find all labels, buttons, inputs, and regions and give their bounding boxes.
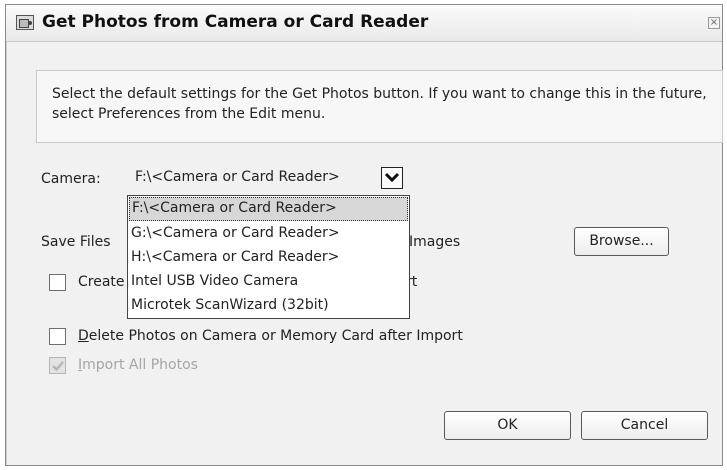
camera-icon xyxy=(16,15,34,30)
dropdown-option-selected[interactable]: F:\<Camera or Card Reader> xyxy=(129,197,408,221)
camera-select[interactable]: F:\<Camera or Card Reader> xyxy=(130,167,410,191)
import-all-label: Import All Photos xyxy=(78,357,198,373)
chevron-down-icon[interactable] xyxy=(381,167,403,189)
delete-photos-label: Delete Photos on Camera or Memory Card a… xyxy=(78,328,463,344)
checkmark-icon xyxy=(52,361,64,372)
cancel-button[interactable]: Cancel xyxy=(581,411,708,440)
info-box: Select the default settings for the Get … xyxy=(36,70,723,143)
dropdown-option[interactable]: H:\<Camera or Card Reader> xyxy=(128,246,409,270)
create-checkbox-label: Create xyxy=(78,274,125,290)
camera-dropdown-list: F:\<Camera or Card Reader> G:\<Camera or… xyxy=(127,195,410,319)
camera-select-value: F:\<Camera or Card Reader> xyxy=(135,169,340,185)
ok-button[interactable]: OK xyxy=(444,411,571,440)
get-photos-dialog: Get Photos from Camera or Card Reader × … xyxy=(5,4,723,466)
info-text: Select the default settings for the Get … xyxy=(52,86,707,122)
create-checkbox[interactable] xyxy=(49,274,66,291)
delete-photos-checkbox[interactable] xyxy=(49,328,66,345)
browse-button[interactable]: Browse... xyxy=(574,227,669,256)
save-files-label-tail: Images xyxy=(409,234,461,250)
dropdown-option[interactable]: Microtek ScanWizard (32bit) xyxy=(128,294,409,318)
close-button[interactable]: × xyxy=(708,17,720,29)
dialog-title: Get Photos from Camera or Card Reader xyxy=(42,12,429,32)
title-bar: Get Photos from Camera or Card Reader × xyxy=(6,5,722,42)
camera-label: Camera: xyxy=(41,171,101,187)
dropdown-option[interactable]: G:\<Camera or Card Reader> xyxy=(128,222,409,246)
import-all-checkbox[interactable] xyxy=(49,357,66,374)
save-files-label: Save Files xyxy=(41,234,111,250)
dropdown-option[interactable]: Intel USB Video Camera xyxy=(128,270,409,294)
